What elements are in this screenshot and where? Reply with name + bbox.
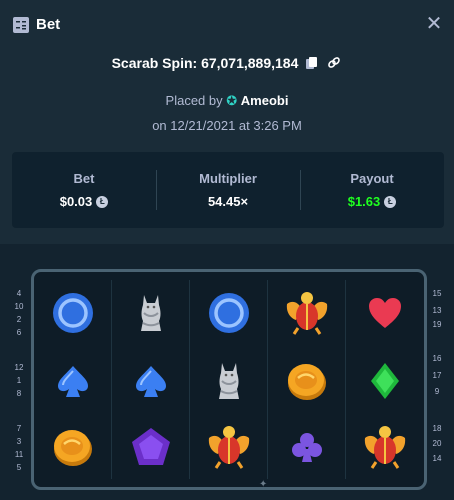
blue-orb-icon [204,288,254,338]
gold-coin-icon [282,356,332,406]
purple-gem-icon [126,422,176,472]
stat-multiplier-label: Multiplier [199,171,257,186]
payline-number: 6 [16,328,22,337]
scarab-icon [360,422,410,472]
payline-number: 18 [432,424,442,433]
stat-multiplier-value: 54.45× [207,194,249,209]
placed-by-label: Placed by [165,93,223,108]
reel-divider [267,280,268,479]
spin-title-row: Scarab Spin: 67,071,889,184 [0,53,454,73]
stat-payout: Payout $1.63 Ł [300,152,444,228]
payline-number: 11 [14,450,24,459]
payline-number: 20 [432,439,442,448]
reel-divider [189,280,190,479]
payline-number: 7 [16,424,22,433]
bet-date: on 12/21/2021 at 3:26 PM [152,118,302,133]
green-diamond-icon [360,356,410,406]
payline-number: 2 [16,315,22,324]
payline-number: 3 [16,437,22,446]
close-icon[interactable]: ✕ [424,14,444,34]
bet-slip-icon [13,17,29,33]
stat-payout-label: Payout [350,171,394,186]
stat-payout-value-wrap: $1.63 Ł [348,194,397,209]
slot-board [31,269,427,490]
copy-icon[interactable] [304,55,320,71]
stat-multiplier: Multiplier 54.45× [156,152,300,228]
scarab-icon [282,288,332,338]
payline-number: 14 [432,454,442,463]
username-link[interactable]: Ameobi [241,93,289,108]
sparkle-icon: ✦ [259,479,268,490]
payline-number: 5 [16,463,22,472]
payline-number: 8 [16,389,22,398]
heart-icon [360,288,410,338]
stat-bet: Bet $0.03 Ł [12,152,156,228]
stat-payout-value: $1.63 [347,194,381,209]
payline-number: 10 [14,302,24,311]
club-icon [282,422,332,472]
bet-stats-panel: Bet $0.03 Ł Multiplier 54.45× Payout $1.… [12,152,444,228]
star-icon: ✪ [226,93,238,108]
stat-bet-value-wrap: $0.03 Ł [60,194,109,209]
scarab-icon [204,422,254,472]
payline-number: 4 [16,289,22,298]
stat-bet-value: $0.03 [59,194,93,209]
stat-bet-label: Bet [73,171,95,186]
payline-number: 9 [434,387,440,396]
link-icon[interactable] [326,55,342,71]
placed-by-row: Placed by ✪ Ameobi [0,93,454,109]
reel-divider [345,280,346,479]
cat-statue-icon [126,288,176,338]
blue-orb-icon [48,288,98,338]
payline-number: 17 [432,371,442,380]
litecoin-icon: Ł [96,195,109,208]
payline-number: 12 [14,363,24,372]
spade-icon [126,356,176,406]
modal-header: Bet ✕ [0,0,454,50]
payline-number: 13 [432,306,442,315]
payline-number: 15 [432,289,442,298]
spade-icon [48,356,98,406]
litecoin-icon: Ł [384,195,397,208]
modal-title: Bet [36,16,61,33]
cat-statue-icon [204,356,254,406]
payline-number: 16 [432,354,442,363]
reel-divider [111,280,112,479]
payline-number: 1 [16,376,22,385]
spin-title: Scarab Spin: 67,071,889,184 [111,55,299,71]
payline-number: 19 [432,320,442,329]
gold-coin-icon [48,422,98,472]
